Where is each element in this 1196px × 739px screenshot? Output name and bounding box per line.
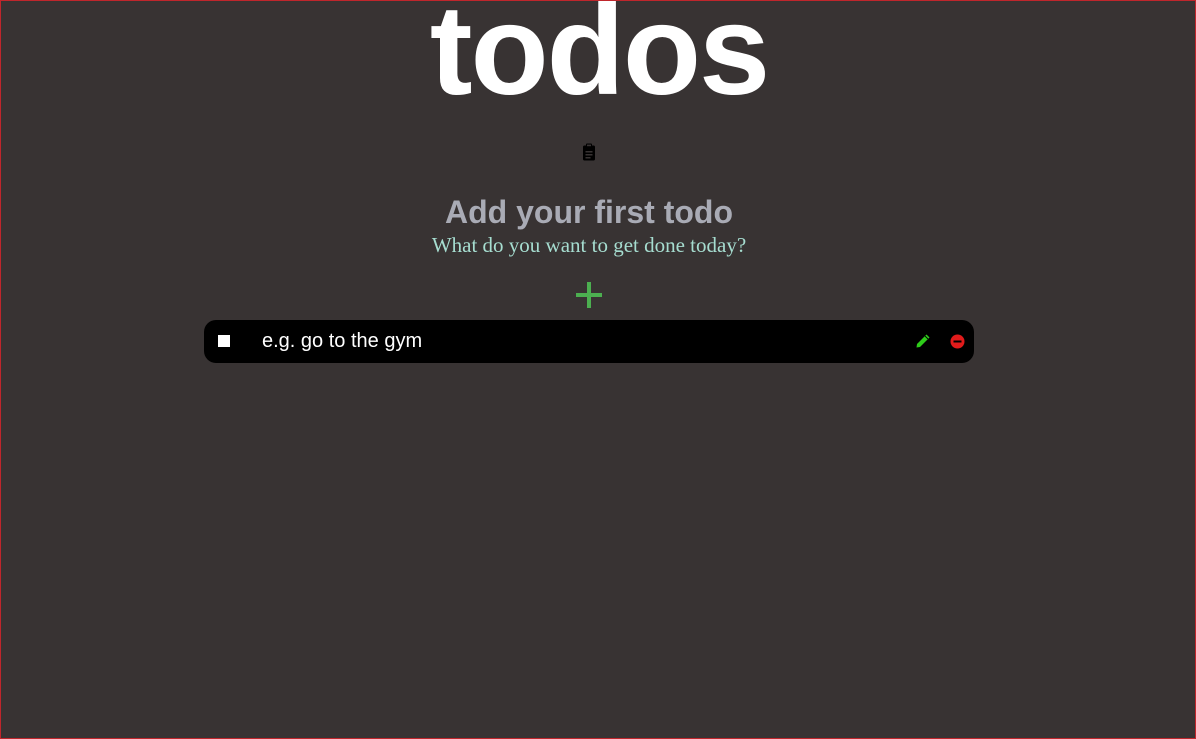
empty-state-subheading: What do you want to get done today? <box>431 233 747 257</box>
plus-icon <box>573 282 605 314</box>
pencil-icon <box>915 334 931 352</box>
edit-todo-button[interactable] <box>915 333 931 349</box>
app-frame: todos Add your first todo What do you wa… <box>0 0 1196 739</box>
todo-checkbox[interactable] <box>218 335 230 347</box>
minus-circle-icon <box>950 334 965 352</box>
todo-text-input[interactable] <box>260 326 884 356</box>
add-todo-button[interactable] <box>573 279 605 311</box>
app-title: todos <box>429 0 770 122</box>
empty-state-heading: Add your first todo <box>445 194 733 230</box>
clipboard-list-icon <box>582 143 596 161</box>
todo-item <box>204 320 974 363</box>
delete-todo-button[interactable] <box>950 334 965 349</box>
